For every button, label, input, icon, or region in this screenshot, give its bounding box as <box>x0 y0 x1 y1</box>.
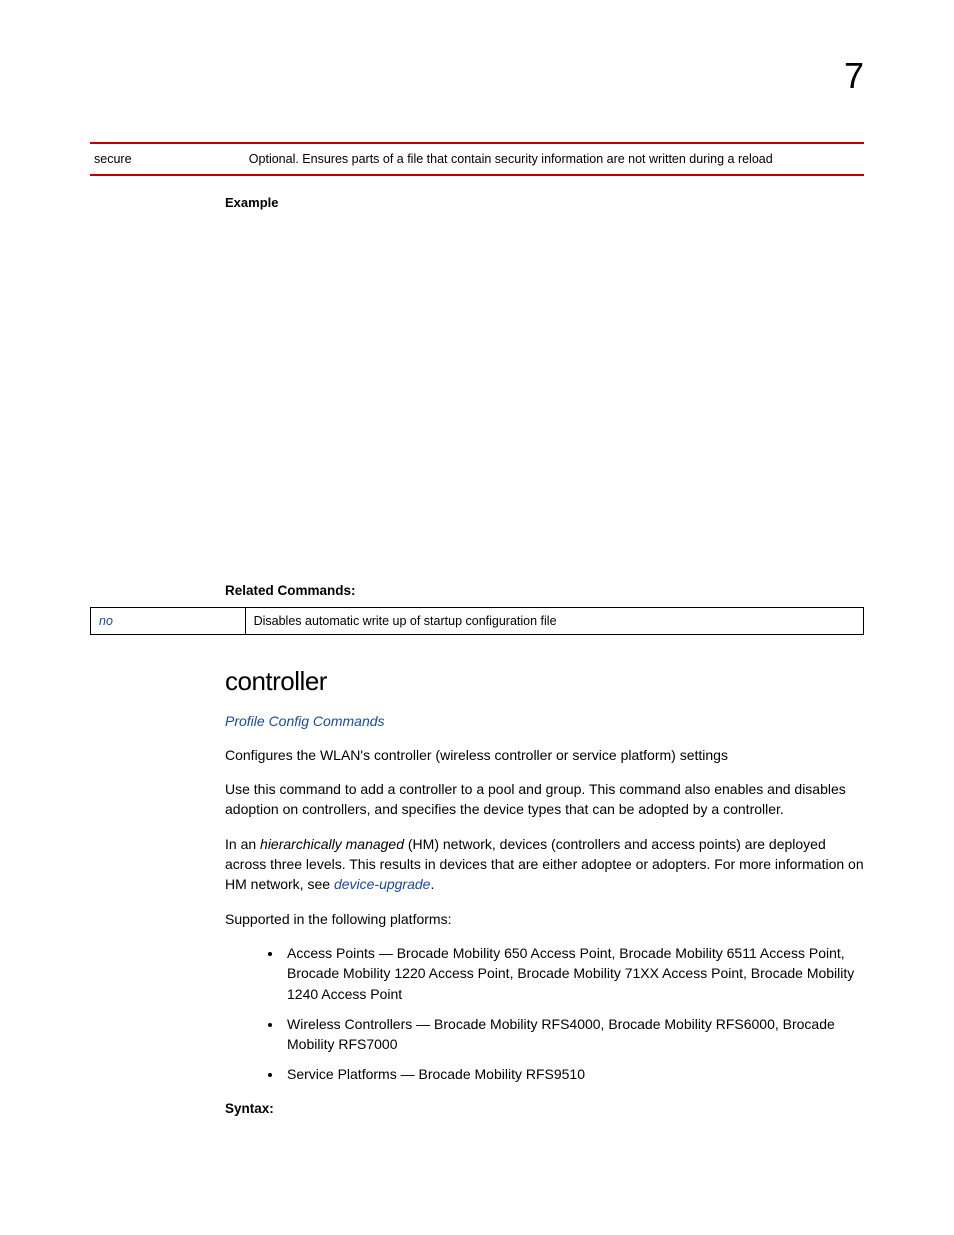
intro-paragraph-3: In an hierarchically managed (HM) networ… <box>225 834 864 895</box>
hm-term: hierarchically managed <box>260 836 404 852</box>
section-heading: controller <box>225 663 864 701</box>
related-command-description: Disables automatic write up of startup c… <box>245 607 863 634</box>
parameter-description: Optional. Ensures parts of a file that c… <box>245 143 864 175</box>
related-command-link[interactable]: no <box>91 607 246 634</box>
example-heading: Example <box>225 194 864 213</box>
syntax-heading: Syntax: <box>225 1099 864 1119</box>
related-command-row: no Disables automatic write up of startu… <box>91 607 864 634</box>
device-upgrade-link[interactable]: device-upgrade <box>334 876 431 892</box>
list-item: Wireless Controllers — Brocade Mobility … <box>283 1014 864 1055</box>
intro-paragraph-1: Configures the WLAN's controller (wirele… <box>225 745 864 765</box>
related-commands-table: no Disables automatic write up of startu… <box>90 607 864 635</box>
parameter-table: secure Optional. Ensures parts of a file… <box>90 142 864 176</box>
controller-section: controller Profile Config Commands Confi… <box>225 663 864 1118</box>
breadcrumb-link[interactable]: Profile Config Commands <box>225 711 864 731</box>
related-commands-heading: Related Commands: <box>225 581 864 601</box>
parameter-row: secure Optional. Ensures parts of a file… <box>90 143 864 175</box>
chapter-number: 7 <box>90 50 864 102</box>
intro-paragraph-2: Use this command to add a controller to … <box>225 779 864 820</box>
example-empty-area <box>225 221 864 581</box>
page-container: 7 secure Optional. Ensures parts of a fi… <box>0 0 954 1235</box>
list-item: Service Platforms — Brocade Mobility RFS… <box>283 1064 864 1084</box>
supported-platforms-label: Supported in the following platforms: <box>225 909 864 929</box>
platform-list: Access Points — Brocade Mobility 650 Acc… <box>225 943 864 1085</box>
parameter-name: secure <box>90 143 245 175</box>
content-column: Example Related Commands: <box>225 194 864 600</box>
list-item: Access Points — Brocade Mobility 650 Acc… <box>283 943 864 1004</box>
